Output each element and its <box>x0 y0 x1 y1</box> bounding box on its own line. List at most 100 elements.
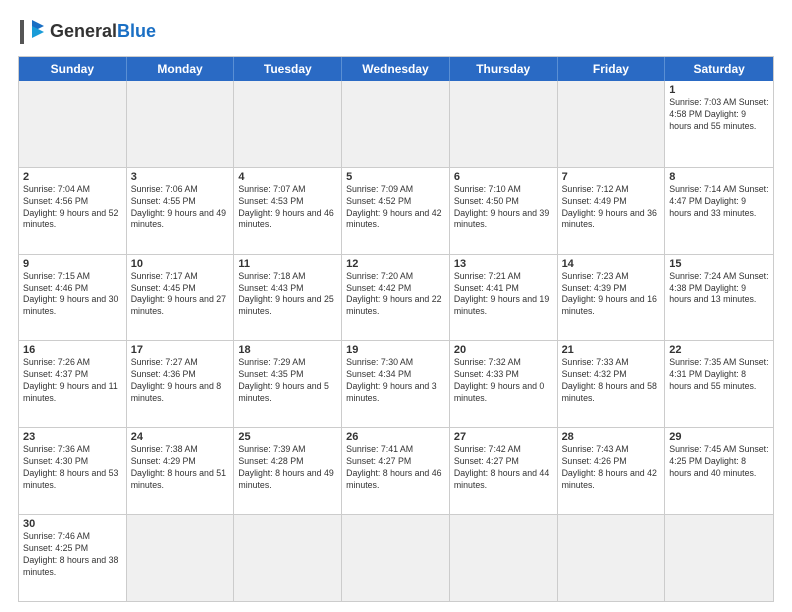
day-number: 6 <box>454 171 553 183</box>
calendar-body: 1Sunrise: 7:03 AM Sunset: 4:58 PM Daylig… <box>19 81 773 601</box>
calendar-cell: 23Sunrise: 7:36 AM Sunset: 4:30 PM Dayli… <box>19 428 127 514</box>
calendar-header-row: SundayMondayTuesdayWednesdayThursdayFrid… <box>19 57 773 81</box>
day-number: 7 <box>562 171 661 183</box>
day-number: 28 <box>562 431 661 443</box>
calendar: SundayMondayTuesdayWednesdayThursdayFrid… <box>18 56 774 602</box>
calendar-cell: 28Sunrise: 7:43 AM Sunset: 4:26 PM Dayli… <box>558 428 666 514</box>
calendar-cell: 22Sunrise: 7:35 AM Sunset: 4:31 PM Dayli… <box>665 341 773 427</box>
day-info: Sunrise: 7:06 AM Sunset: 4:55 PM Dayligh… <box>131 184 230 232</box>
day-number: 25 <box>238 431 337 443</box>
day-info: Sunrise: 7:39 AM Sunset: 4:28 PM Dayligh… <box>238 444 337 492</box>
calendar-cell: 12Sunrise: 7:20 AM Sunset: 4:42 PM Dayli… <box>342 255 450 341</box>
calendar-cell: 16Sunrise: 7:26 AM Sunset: 4:37 PM Dayli… <box>19 341 127 427</box>
weekday-header-tuesday: Tuesday <box>234 57 342 81</box>
calendar-cell <box>558 81 666 167</box>
day-info: Sunrise: 7:10 AM Sunset: 4:50 PM Dayligh… <box>454 184 553 232</box>
calendar-cell: 14Sunrise: 7:23 AM Sunset: 4:39 PM Dayli… <box>558 255 666 341</box>
header: GeneralBlue <box>18 18 774 46</box>
day-number: 2 <box>23 171 122 183</box>
day-info: Sunrise: 7:35 AM Sunset: 4:31 PM Dayligh… <box>669 357 769 393</box>
calendar-week-1: 1Sunrise: 7:03 AM Sunset: 4:58 PM Daylig… <box>19 81 773 168</box>
day-info: Sunrise: 7:04 AM Sunset: 4:56 PM Dayligh… <box>23 184 122 232</box>
calendar-cell: 19Sunrise: 7:30 AM Sunset: 4:34 PM Dayli… <box>342 341 450 427</box>
day-info: Sunrise: 7:36 AM Sunset: 4:30 PM Dayligh… <box>23 444 122 492</box>
calendar-cell <box>558 515 666 601</box>
day-info: Sunrise: 7:17 AM Sunset: 4:45 PM Dayligh… <box>131 271 230 319</box>
calendar-week-5: 23Sunrise: 7:36 AM Sunset: 4:30 PM Dayli… <box>19 428 773 515</box>
day-info: Sunrise: 7:23 AM Sunset: 4:39 PM Dayligh… <box>562 271 661 319</box>
calendar-cell: 7Sunrise: 7:12 AM Sunset: 4:49 PM Daylig… <box>558 168 666 254</box>
calendar-cell: 27Sunrise: 7:42 AM Sunset: 4:27 PM Dayli… <box>450 428 558 514</box>
calendar-cell: 9Sunrise: 7:15 AM Sunset: 4:46 PM Daylig… <box>19 255 127 341</box>
day-number: 24 <box>131 431 230 443</box>
day-number: 29 <box>669 431 769 443</box>
calendar-cell: 20Sunrise: 7:32 AM Sunset: 4:33 PM Dayli… <box>450 341 558 427</box>
weekday-header-thursday: Thursday <box>450 57 558 81</box>
day-info: Sunrise: 7:09 AM Sunset: 4:52 PM Dayligh… <box>346 184 445 232</box>
day-number: 13 <box>454 258 553 270</box>
day-number: 5 <box>346 171 445 183</box>
calendar-cell: 6Sunrise: 7:10 AM Sunset: 4:50 PM Daylig… <box>450 168 558 254</box>
weekday-header-saturday: Saturday <box>665 57 773 81</box>
calendar-cell <box>665 515 773 601</box>
day-info: Sunrise: 7:14 AM Sunset: 4:47 PM Dayligh… <box>669 184 769 220</box>
calendar-week-3: 9Sunrise: 7:15 AM Sunset: 4:46 PM Daylig… <box>19 255 773 342</box>
weekday-header-monday: Monday <box>127 57 235 81</box>
weekday-header-wednesday: Wednesday <box>342 57 450 81</box>
day-info: Sunrise: 7:27 AM Sunset: 4:36 PM Dayligh… <box>131 357 230 405</box>
day-info: Sunrise: 7:24 AM Sunset: 4:38 PM Dayligh… <box>669 271 769 307</box>
calendar-cell <box>127 81 235 167</box>
calendar-cell: 30Sunrise: 7:46 AM Sunset: 4:25 PM Dayli… <box>19 515 127 601</box>
calendar-cell <box>19 81 127 167</box>
calendar-cell: 5Sunrise: 7:09 AM Sunset: 4:52 PM Daylig… <box>342 168 450 254</box>
calendar-cell: 24Sunrise: 7:38 AM Sunset: 4:29 PM Dayli… <box>127 428 235 514</box>
day-number: 21 <box>562 344 661 356</box>
day-number: 19 <box>346 344 445 356</box>
day-info: Sunrise: 7:12 AM Sunset: 4:49 PM Dayligh… <box>562 184 661 232</box>
day-number: 26 <box>346 431 445 443</box>
calendar-week-2: 2Sunrise: 7:04 AM Sunset: 4:56 PM Daylig… <box>19 168 773 255</box>
day-number: 23 <box>23 431 122 443</box>
day-info: Sunrise: 7:32 AM Sunset: 4:33 PM Dayligh… <box>454 357 553 405</box>
day-info: Sunrise: 7:15 AM Sunset: 4:46 PM Dayligh… <box>23 271 122 319</box>
day-info: Sunrise: 7:03 AM Sunset: 4:58 PM Dayligh… <box>669 97 769 133</box>
day-number: 10 <box>131 258 230 270</box>
day-info: Sunrise: 7:43 AM Sunset: 4:26 PM Dayligh… <box>562 444 661 492</box>
day-number: 16 <box>23 344 122 356</box>
calendar-cell <box>127 515 235 601</box>
calendar-cell: 4Sunrise: 7:07 AM Sunset: 4:53 PM Daylig… <box>234 168 342 254</box>
weekday-header-friday: Friday <box>558 57 666 81</box>
logo-icon <box>18 18 46 46</box>
calendar-week-6: 30Sunrise: 7:46 AM Sunset: 4:25 PM Dayli… <box>19 515 773 601</box>
day-info: Sunrise: 7:26 AM Sunset: 4:37 PM Dayligh… <box>23 357 122 405</box>
day-info: Sunrise: 7:20 AM Sunset: 4:42 PM Dayligh… <box>346 271 445 319</box>
calendar-cell <box>234 81 342 167</box>
calendar-cell: 26Sunrise: 7:41 AM Sunset: 4:27 PM Dayli… <box>342 428 450 514</box>
calendar-cell: 21Sunrise: 7:33 AM Sunset: 4:32 PM Dayli… <box>558 341 666 427</box>
calendar-cell: 25Sunrise: 7:39 AM Sunset: 4:28 PM Dayli… <box>234 428 342 514</box>
page: GeneralBlue SundayMondayTuesdayWednesday… <box>0 0 792 612</box>
day-info: Sunrise: 7:38 AM Sunset: 4:29 PM Dayligh… <box>131 444 230 492</box>
day-number: 1 <box>669 84 769 96</box>
calendar-cell <box>342 515 450 601</box>
calendar-cell: 2Sunrise: 7:04 AM Sunset: 4:56 PM Daylig… <box>19 168 127 254</box>
day-number: 3 <box>131 171 230 183</box>
day-info: Sunrise: 7:42 AM Sunset: 4:27 PM Dayligh… <box>454 444 553 492</box>
day-info: Sunrise: 7:30 AM Sunset: 4:34 PM Dayligh… <box>346 357 445 405</box>
day-number: 4 <box>238 171 337 183</box>
calendar-week-4: 16Sunrise: 7:26 AM Sunset: 4:37 PM Dayli… <box>19 341 773 428</box>
day-number: 30 <box>23 518 122 530</box>
day-info: Sunrise: 7:46 AM Sunset: 4:25 PM Dayligh… <box>23 531 122 579</box>
day-info: Sunrise: 7:41 AM Sunset: 4:27 PM Dayligh… <box>346 444 445 492</box>
calendar-cell <box>450 515 558 601</box>
day-info: Sunrise: 7:29 AM Sunset: 4:35 PM Dayligh… <box>238 357 337 405</box>
logo-text: GeneralBlue <box>50 22 156 42</box>
day-info: Sunrise: 7:18 AM Sunset: 4:43 PM Dayligh… <box>238 271 337 319</box>
calendar-cell: 1Sunrise: 7:03 AM Sunset: 4:58 PM Daylig… <box>665 81 773 167</box>
calendar-cell: 3Sunrise: 7:06 AM Sunset: 4:55 PM Daylig… <box>127 168 235 254</box>
day-number: 9 <box>23 258 122 270</box>
day-number: 20 <box>454 344 553 356</box>
calendar-cell: 10Sunrise: 7:17 AM Sunset: 4:45 PM Dayli… <box>127 255 235 341</box>
calendar-cell: 15Sunrise: 7:24 AM Sunset: 4:38 PM Dayli… <box>665 255 773 341</box>
day-number: 17 <box>131 344 230 356</box>
